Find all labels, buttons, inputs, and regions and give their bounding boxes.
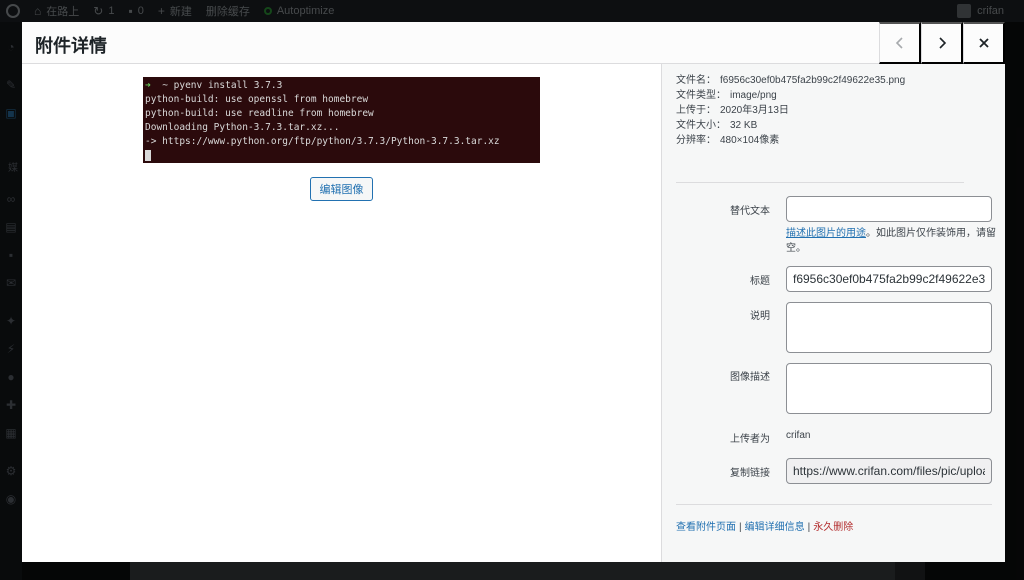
admin-bar: ⌂ 在路上 ↻ 1 ▪ 0 + 新建 删除缓存 Autoptimize crif… (0, 0, 1024, 22)
separator: | (807, 522, 811, 533)
comments-icon[interactable]: ▪ (4, 248, 18, 262)
attachment-details-modal: 附件详情 ➜ ~ pyenv install 3.7.3 python-buil… (22, 22, 1005, 562)
previous-attachment-button[interactable] (879, 22, 921, 64)
description-label: 图像描述 (730, 372, 770, 383)
plus-icon: + (157, 4, 165, 18)
settings-grid-icon[interactable]: ▦ (4, 426, 18, 440)
comment-icon: ▪ (128, 4, 133, 18)
description-textarea[interactable] (786, 363, 992, 414)
caption-label: 说明 (750, 311, 770, 322)
edit-details-link[interactable]: 编辑详细信息 (745, 522, 805, 533)
admin-bar-updates[interactable]: ↻ 1 (93, 5, 114, 17)
avatar (957, 4, 972, 18)
user-name: crifan (977, 5, 1004, 17)
gear-icon[interactable]: ⚙ (4, 464, 18, 478)
users-icon[interactable]: ● (4, 370, 18, 384)
admin-menu: ◔ ✎ ▣ 媒 ∞ ▤ ▪ ✉ ✦ ⚡ ● ✚ ▦ ⚙ ◉ (0, 22, 22, 580)
admin-bar-site[interactable]: ⌂ 在路上 (34, 3, 79, 19)
attachment-actions: 查看附件页面 | 编辑详细信息 | 永久删除 (676, 518, 853, 533)
home-icon: ⌂ (34, 4, 42, 18)
copy-link-input[interactable] (786, 458, 992, 484)
title-label: 标题 (750, 276, 770, 287)
terminal-cursor-line (145, 149, 538, 163)
wordpress-logo-icon[interactable] (6, 4, 20, 18)
terminal-line: python-build: use readline from homebrew (145, 108, 374, 119)
autoptimize-label: Autoptimize (276, 5, 335, 17)
terminal-line: -> https://www.python.org/ftp/python/3.7… (145, 136, 500, 147)
new-label: 新建 (169, 6, 192, 18)
next-attachment-button[interactable] (921, 22, 963, 64)
filetype: image/png (730, 90, 777, 101)
filename: f6956c30ef0b475fa2b99c2f49622e35.png (720, 75, 906, 86)
alt-text-label: 替代文本 (730, 206, 770, 217)
refresh-icon: ↻ (93, 4, 104, 18)
admin-bar-clear-cache[interactable]: 删除缓存 (206, 3, 250, 19)
mail-icon[interactable]: ✉ (4, 276, 18, 290)
status-circle-icon (263, 7, 272, 15)
backdrop-content (130, 562, 895, 580)
attachment-image: ➜ ~ pyenv install 3.7.3 python-build: us… (143, 77, 540, 163)
admin-bar-account[interactable]: crifan (957, 4, 1004, 18)
menu-partial-label: 媒 (8, 163, 18, 174)
close-modal-button[interactable] (963, 22, 1005, 64)
alt-text-help: 描述此图片的用途。如此图片仅作装饰用，请留空。 (786, 228, 996, 254)
filesize-row: 文件大小： 32 KB (676, 120, 758, 131)
comments-count: 0 (137, 5, 144, 17)
admin-bar-autoptimize[interactable]: Autoptimize (263, 5, 335, 17)
alt-text-input[interactable] (786, 196, 992, 222)
terminal-arrow: ➜ (145, 80, 151, 91)
view-attachment-page-link[interactable]: 查看附件页面 (676, 522, 736, 533)
separator: | (739, 522, 742, 533)
pin-icon[interactable]: ✎ (4, 78, 18, 92)
title-input[interactable] (786, 266, 992, 292)
divider (676, 182, 964, 183)
close-icon (978, 38, 989, 48)
updates-count: 1 (108, 5, 115, 17)
attachment-preview: ➜ ~ pyenv install 3.7.3 python-build: us… (22, 64, 661, 562)
uploaded-by-label: 上传者为 (730, 434, 770, 445)
site-name: 在路上 (46, 6, 80, 18)
admin-bar-comments[interactable]: ▪ 0 (128, 5, 143, 17)
terminal-cursor (145, 150, 151, 161)
uploaded-on: 2020年3月13日 (720, 105, 789, 116)
filetype-row: 文件类型： image/png (676, 90, 777, 101)
modal-header: 附件详情 (22, 22, 1005, 64)
dashboard-icon[interactable]: ◔ (4, 40, 18, 54)
uploaded-on-row: 上传于： 2020年3月13日 (676, 105, 789, 116)
tools-icon[interactable]: ✚ (4, 398, 18, 412)
dimensions: 480×104像素 (720, 135, 780, 146)
attachment-details-sidebar: 文件名： f6956c30ef0b475fa2b99c2f49622e35.pn… (661, 64, 1005, 562)
copy-link-label: 复制链接 (730, 468, 770, 479)
delete-permanently-link[interactable]: 永久删除 (813, 522, 853, 533)
dimensions-row: 分辨率： 480×104像素 (676, 135, 780, 146)
chevron-left-icon (895, 37, 903, 49)
admin-bar-new[interactable]: + 新建 (158, 3, 192, 19)
clear-cache-label: 删除缓存 (205, 6, 250, 18)
link-icon[interactable]: ∞ (4, 192, 18, 206)
uploaded-by-value: crifan (786, 430, 811, 441)
modal-title: 附件详情 (35, 36, 107, 56)
chevron-right-icon (938, 37, 946, 49)
pages-icon[interactable]: ▤ (4, 220, 18, 234)
filename-row: 文件名： f6956c30ef0b475fa2b99c2f49622e35.pn… (676, 75, 906, 86)
filesize: 32 KB (730, 120, 758, 131)
terminal-line: ➜ ~ pyenv install 3.7.3 (145, 80, 283, 91)
alt-text-help-link[interactable]: 描述此图片的用途 (786, 228, 866, 239)
media-icon[interactable]: ▣ (4, 106, 18, 120)
terminal-line: python-build: use openssl from homebrew (145, 94, 369, 105)
collapse-icon[interactable]: ◉ (4, 492, 18, 506)
plugins-icon[interactable]: ⚡ (4, 342, 18, 356)
edit-image-button[interactable]: 编辑图像 (310, 177, 373, 201)
appearance-icon[interactable]: ✦ (4, 314, 18, 328)
caption-textarea[interactable] (786, 302, 992, 353)
terminal-line: Downloading Python-3.7.3.tar.xz... (145, 122, 340, 133)
backdrop-content-right (895, 562, 925, 580)
file-info: 文件名： f6956c30ef0b475fa2b99c2f49622e35.pn… (676, 73, 976, 148)
divider (676, 504, 992, 505)
